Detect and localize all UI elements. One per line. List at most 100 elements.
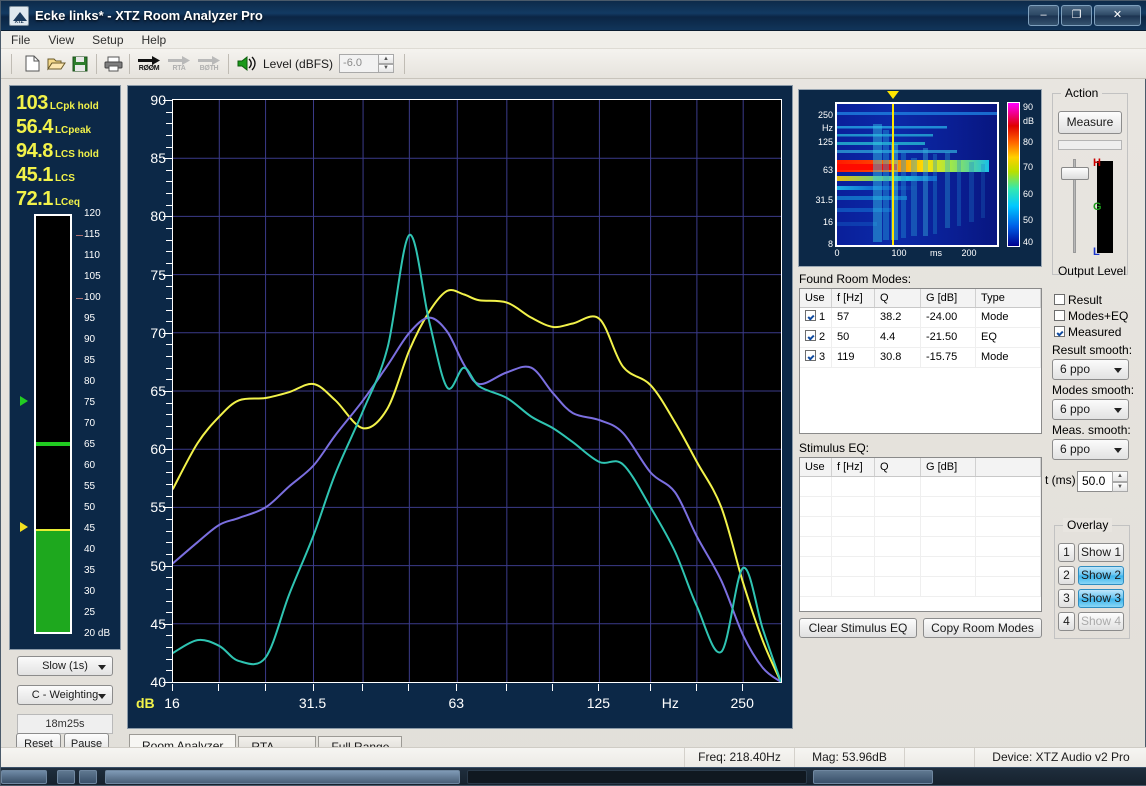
level-input[interactable]: -6.0	[339, 54, 380, 73]
table-row[interactable]: 3 119 30.8 -15.75 Mode	[800, 348, 1041, 368]
checkbox-icon[interactable]	[1054, 310, 1065, 321]
row-type: EQ	[976, 328, 1041, 347]
spl-value: 94.8	[16, 140, 53, 162]
taskbar-window-3[interactable]	[813, 770, 933, 784]
maximize-button[interactable]: ❐	[1061, 5, 1092, 26]
chart-plot-area[interactable]	[172, 99, 782, 683]
meas-smooth-select[interactable]: 6 ppo	[1052, 439, 1129, 460]
menu-item-setup[interactable]: Setup	[92, 33, 123, 47]
chart-y-minor-tick	[166, 553, 172, 555]
spl-meter-scale: 120 115 110 105 100 95 90 85 80 75 70 65 60 55 50 45 40 3…	[76, 208, 120, 640]
stimulus-eq-table[interactable]: Use f [Hz] Q G [dB]	[799, 457, 1042, 612]
minimize-button[interactable]: –	[1028, 5, 1059, 26]
checkbox-icon[interactable]	[1054, 326, 1065, 337]
spl-scale-tick: 75	[84, 397, 96, 408]
row-q: 30.8	[875, 348, 921, 367]
spl-scale-tick: 30	[84, 586, 96, 597]
overlay-slot-1[interactable]: 1	[1058, 543, 1075, 562]
spl-scale-tick: 35	[84, 565, 96, 576]
overlay-slot-3[interactable]: 3	[1058, 589, 1075, 608]
chart-y-tick	[163, 449, 172, 451]
chart-y-minor-tick	[166, 379, 172, 381]
measure-button[interactable]: Measure	[1058, 111, 1122, 134]
time-spinner-up[interactable]: ▲	[1112, 471, 1128, 482]
new-file-icon[interactable]	[20, 52, 44, 76]
save-disk-icon[interactable]	[68, 52, 92, 76]
waterfall-marker-icon[interactable]	[887, 91, 899, 99]
taskbar-start-button[interactable]	[1, 770, 47, 784]
time-ms-input[interactable]: 50.0	[1077, 471, 1113, 492]
result-checkbox-row[interactable]: Result	[1054, 293, 1102, 307]
table-row[interactable]: 2 50 4.4 -21.50 EQ	[800, 328, 1041, 348]
row-use-cell[interactable]: 1	[800, 308, 832, 327]
checkbox-icon[interactable]	[1054, 294, 1065, 305]
frequency-response-chart[interactable]: 40 45 50 55 60 65 70 75 80 85 90 16 31.5 63 125 250 Hz …	[127, 85, 793, 729]
spl-scale-tick: 25	[84, 607, 96, 618]
clear-stimulus-eq-button[interactable]: Clear Stimulus EQ	[799, 618, 917, 638]
xtz-logo-text: XTZ	[14, 18, 24, 25]
table-row[interactable]: 1 57 38.2 -24.00 Mode	[800, 308, 1041, 328]
taskbar-quicklaunch-2[interactable]	[79, 770, 97, 784]
window-title: Ecke links* - XTZ Room Analyzer Pro	[35, 8, 263, 23]
taskbar-window-2[interactable]	[467, 770, 807, 784]
printer-icon[interactable]	[101, 52, 125, 76]
action-group-title: Action	[1061, 86, 1103, 100]
overlay-show-2[interactable]: Show 2	[1078, 566, 1124, 585]
measured-checkbox-row[interactable]: Measured	[1054, 325, 1121, 339]
level-spinner-down[interactable]: ▼	[378, 63, 395, 73]
row-use-cell[interactable]: 2	[800, 328, 832, 347]
row-q: 4.4	[875, 328, 921, 347]
waterfall-plot[interactable]	[835, 102, 999, 247]
waterfall-y-tick-label: Hz	[822, 122, 833, 133]
level-spinner-up[interactable]: ▲	[378, 54, 395, 64]
speaker-level-icon[interactable]	[233, 52, 259, 76]
menu-item-view[interactable]: View	[48, 33, 74, 47]
level-spinner[interactable]: ▲ ▼	[378, 54, 395, 73]
chart-y-minor-tick	[166, 111, 172, 113]
chart-x-tick	[172, 684, 173, 691]
measure-both-icon[interactable]: BØTH	[194, 52, 224, 76]
overlay-show-1[interactable]: Show 1	[1078, 543, 1124, 562]
spl-scale-tick: 70	[84, 418, 96, 429]
modes-smooth-select[interactable]: 6 ppo	[1052, 399, 1129, 420]
waterfall-time-cursor[interactable]	[892, 104, 894, 245]
checkbox-icon[interactable]	[805, 330, 816, 341]
chart-y-minor-tick	[166, 670, 172, 672]
spl-scale-tick: 45	[84, 523, 96, 534]
result-smooth-select[interactable]: 6 ppo	[1052, 359, 1129, 380]
measure-room-icon[interactable]: RØØM	[134, 52, 164, 76]
modes-eq-checkbox-row[interactable]: Modes+EQ	[1054, 309, 1128, 323]
copy-room-modes-button[interactable]: Copy Room Modes	[923, 618, 1042, 638]
row-index: 3	[819, 351, 826, 363]
overlay-slot-4[interactable]: 4	[1058, 612, 1075, 631]
open-folder-icon[interactable]	[44, 52, 68, 76]
chart-y-minor-tick	[166, 437, 172, 439]
result-smooth-value: 6 ppo	[1060, 362, 1091, 376]
taskbar-quicklaunch-1[interactable]	[57, 770, 75, 784]
overlay-slot-2[interactable]: 2	[1058, 566, 1075, 585]
waterfall-colorbar-tick-label: dB	[1023, 115, 1035, 126]
waterfall-spectrogram-panel[interactable]: 250 Hz 125 63 31.5 16 8 0 100 ms 200 90 dB 80 70 60 50 40	[798, 89, 1042, 267]
close-button[interactable]: ✕	[1094, 5, 1141, 26]
menu-bar: File View Setup Help	[1, 31, 1146, 49]
measure-rta-icon[interactable]: RTA	[164, 52, 194, 76]
waterfall-colorbar-tick-label: 50	[1023, 214, 1034, 225]
title-bar: XTZ Ecke links* - XTZ Room Analyzer Pro …	[1, 1, 1146, 31]
output-level-slider-thumb[interactable]	[1061, 167, 1089, 180]
overlay-show-3[interactable]: Show 3	[1078, 589, 1124, 608]
checkbox-icon[interactable]	[805, 350, 816, 361]
weighting-select[interactable]: C - Weighting	[17, 685, 113, 705]
time-spinner-down[interactable]: ▼	[1112, 481, 1128, 492]
room-modes-table[interactable]: Use f [Hz] Q G [dB] Type 1 57 38.2 -24.0…	[799, 288, 1042, 434]
row-use-cell[interactable]: 3	[800, 348, 832, 367]
checkbox-icon[interactable]	[805, 310, 816, 321]
taskbar-window-1[interactable]	[105, 770, 460, 784]
chart-x-tick	[456, 684, 458, 691]
waterfall-y-tick-label: 250	[817, 110, 833, 121]
status-spacer	[905, 747, 975, 768]
menu-item-file[interactable]: File	[11, 33, 30, 47]
menu-item-help[interactable]: Help	[142, 33, 167, 47]
response-speed-select[interactable]: Slow (1s)	[17, 656, 113, 676]
col-gain: G [dB]	[921, 289, 976, 307]
time-ms-spinner[interactable]: ▲ ▼	[1112, 471, 1128, 492]
